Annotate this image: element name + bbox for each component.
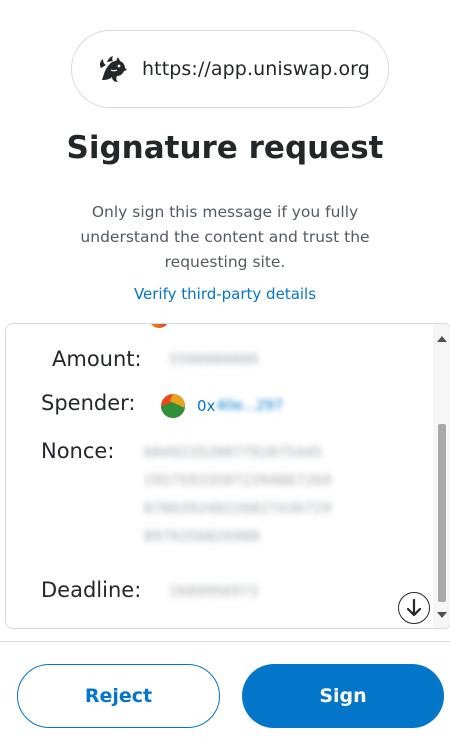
footer-divider <box>0 641 450 642</box>
nonce-line: 60492352087792075445 <box>144 445 323 461</box>
nonce-line: 29575933507239486726​9 <box>144 473 332 489</box>
spender-address-prefix: 0x <box>197 397 216 415</box>
deadline-value: 1689956973 <box>169 584 259 600</box>
spender-avatar-icon <box>161 394 185 418</box>
sign-button[interactable]: Sign <box>242 664 444 728</box>
scroll-down-arrow-icon[interactable] <box>437 612 447 618</box>
reject-button[interactable]: Reject <box>17 664 220 728</box>
origin-pill: https://app.uniswap.org <box>71 30 389 108</box>
origin-url: https://app.uniswap.org <box>142 58 370 80</box>
arrow-down-icon <box>406 599 422 617</box>
nonce-line: 87863924822682743672​9 <box>144 501 332 517</box>
scrollbar-thumb[interactable] <box>438 424 446 602</box>
uniswap-unicorn-icon <box>94 50 132 88</box>
spender-address[interactable]: 0x 40e...297 <box>161 394 283 418</box>
scroll-down-button[interactable] <box>398 592 430 624</box>
scroll-up-arrow-icon[interactable] <box>437 336 447 342</box>
spender-label: Spender: <box>41 391 136 415</box>
amount-label: Amount: <box>52 347 142 371</box>
spender-address-rest: 40e...297 <box>216 398 283 414</box>
nonce-label: Nonce: <box>41 439 115 463</box>
verify-third-party-link[interactable]: Verify third-party details <box>0 285 450 303</box>
scrollbar[interactable] <box>433 324 450 628</box>
message-content: Amount: 5500000000 Spender: 0x 40e...297… <box>6 324 433 628</box>
message-box[interactable]: Amount: 5500000000 Spender: 0x 40e...297… <box>5 323 450 629</box>
deadline-label: Deadline: <box>41 578 142 602</box>
nonce-line: 8970356826900 <box>144 529 261 545</box>
amount-value: 5500000000 <box>169 352 259 368</box>
page-title: Signature request <box>66 130 384 166</box>
partial-avatar-icon <box>149 324 169 328</box>
signature-description: Only sign this message if you fully unde… <box>80 203 370 271</box>
